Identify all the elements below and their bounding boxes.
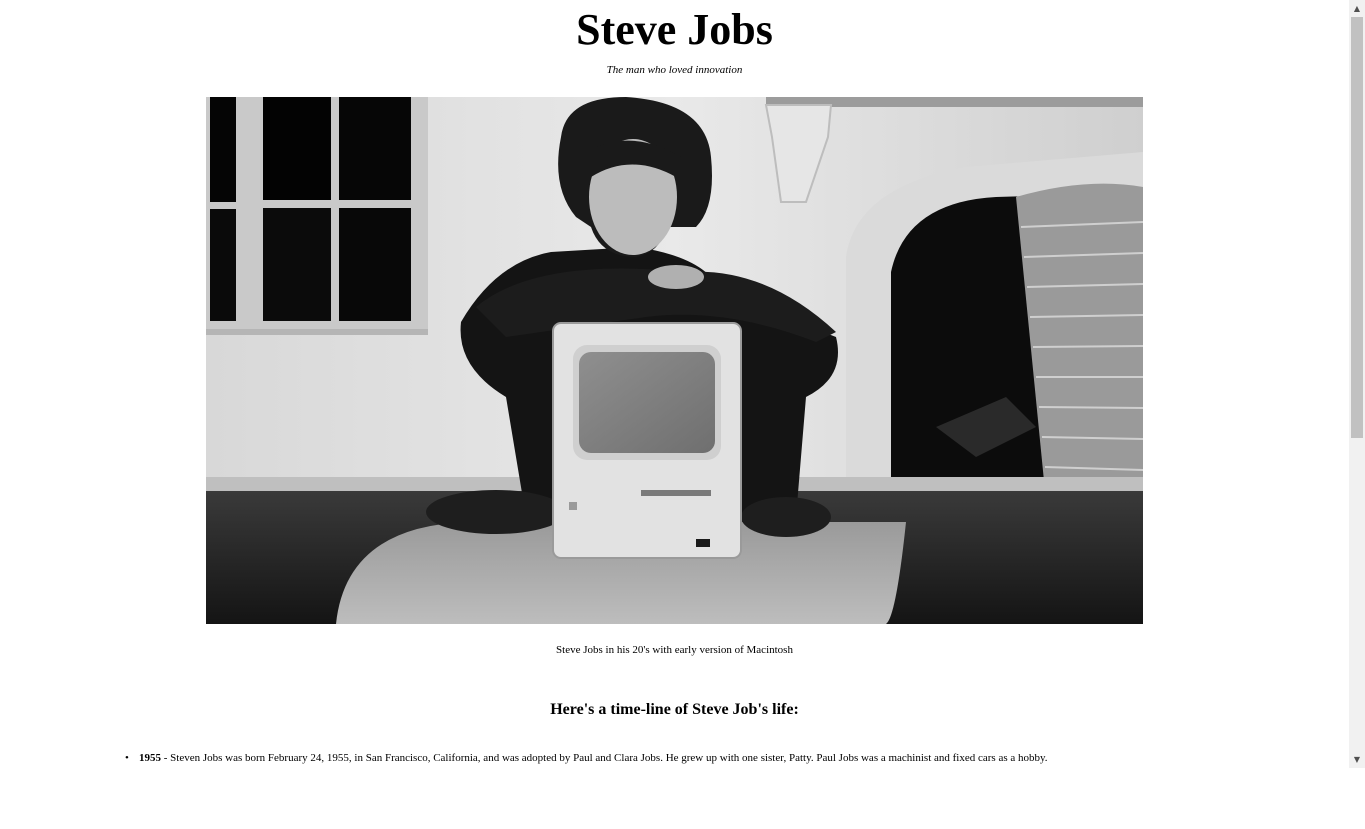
bullet-icon: • <box>125 752 129 764</box>
vertical-scrollbar[interactable]: ▲ ▼ <box>1349 0 1365 768</box>
scroll-up-arrow-icon[interactable]: ▲ <box>1349 0 1365 17</box>
scroll-down-arrow-icon[interactable]: ▼ <box>1349 751 1365 768</box>
timeline-item: • 1955 - Steven Jobs was born February 24… <box>125 750 1319 766</box>
page-viewport: Steve Jobs The man who loved innovation <box>0 0 1349 768</box>
page-subtitle: The man who loved innovation <box>606 64 743 76</box>
window-bottom-area <box>0 768 1365 829</box>
scrollbar-thumb[interactable] <box>1351 17 1363 438</box>
photo-caption: Steve Jobs in his 20's with early versio… <box>556 644 793 656</box>
timeline-heading: Here's a time-line of Steve Job's life: <box>550 701 799 718</box>
page-title: Steve Jobs <box>576 5 773 54</box>
timeline-list: • 1955 - Steven Jobs was born February 24… <box>0 750 1319 766</box>
timeline-item-text: - Steven Jobs was born February 24, 1955… <box>161 752 1048 764</box>
timeline-item-year: 1955 <box>139 752 161 764</box>
steve-jobs-photo <box>206 97 1143 624</box>
